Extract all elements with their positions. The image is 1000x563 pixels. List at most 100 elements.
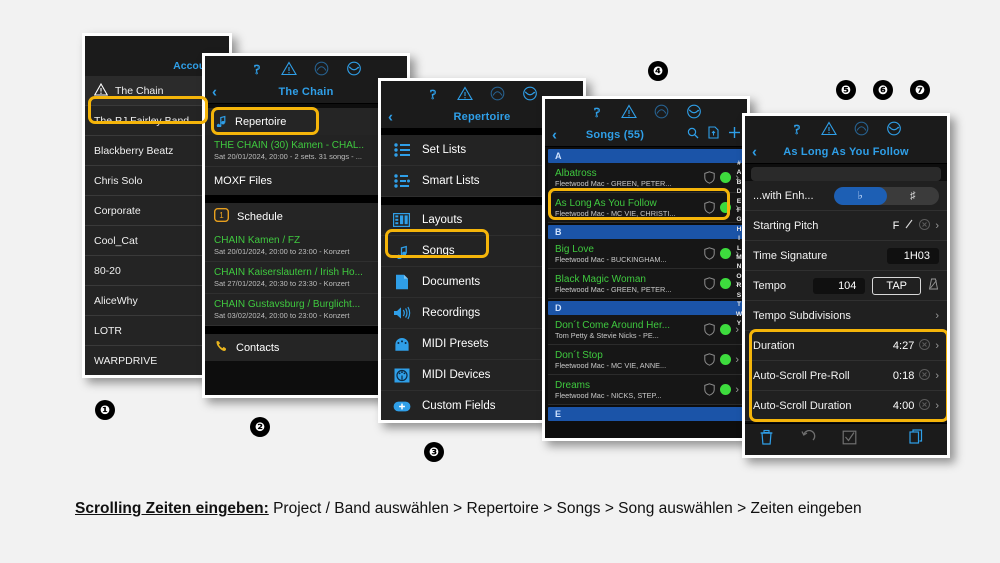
song-title: As Long As You Follow xyxy=(555,197,657,209)
alpha-index-letter[interactable]: H xyxy=(737,225,742,234)
alpha-index-letter[interactable]: A xyxy=(737,168,742,177)
help-icon[interactable]: ? xyxy=(790,121,804,136)
tempo-subdivisions-row[interactable]: Tempo Subdivisions › xyxy=(745,301,947,331)
chevron-right-icon[interactable]: › xyxy=(935,400,939,412)
schedule-item[interactable]: CHAIN Kamen / FZ Sat 20/01/2024, 20:00 to… xyxy=(205,230,407,262)
chevron-right-icon[interactable]: › xyxy=(735,354,739,366)
field-duration[interactable]: Duration 4:27 › xyxy=(745,331,947,361)
enharmonic-segmented-control[interactable]: ♭ ♯ xyxy=(834,186,940,205)
moxf-files-row[interactable]: MOXF Files xyxy=(205,167,407,195)
alpha-index-letter[interactable]: R xyxy=(737,281,742,290)
metronome-icon[interactable] xyxy=(928,278,939,293)
alpha-index-letter[interactable]: # xyxy=(737,159,741,168)
shield-icon[interactable] xyxy=(704,277,716,290)
warning-triangle-icon[interactable] xyxy=(621,104,637,119)
song-row[interactable]: As Long As You Follow Fleetwood Mac - MC … xyxy=(548,193,744,223)
back-button[interactable]: ‹ xyxy=(212,85,217,100)
sync-icon[interactable] xyxy=(346,61,362,76)
back-button[interactable]: ‹ xyxy=(552,128,557,143)
alpha-index-letter[interactable]: B xyxy=(737,178,742,187)
metronome-icon[interactable] xyxy=(854,121,869,136)
alpha-index-letter[interactable]: E xyxy=(737,197,741,206)
alpha-index-letter[interactable]: T xyxy=(737,300,741,309)
schedule-row[interactable]: 1 Schedule xyxy=(205,203,407,230)
repertoire-row[interactable]: Repertoire xyxy=(205,108,407,135)
warning-triangle-icon[interactable] xyxy=(821,121,837,136)
time-signature-value[interactable]: 1H03 xyxy=(887,247,939,264)
shield-icon[interactable] xyxy=(704,383,716,396)
alpha-index-letter[interactable]: D xyxy=(737,187,742,196)
back-button[interactable]: ‹ xyxy=(752,145,757,160)
copy-icon[interactable] xyxy=(909,429,924,450)
trash-icon[interactable] xyxy=(759,429,774,450)
shield-icon[interactable] xyxy=(704,353,716,366)
midi-device-icon xyxy=(392,368,411,383)
alpha-index-letter[interactable]: N xyxy=(737,262,742,271)
search-icon[interactable] xyxy=(687,126,699,144)
sync-icon[interactable] xyxy=(886,121,902,136)
add-icon[interactable] xyxy=(728,126,741,144)
song-row[interactable]: Don´t Stop Fleetwood Mac - MC VIE, ANNE..… xyxy=(548,345,744,375)
song-row[interactable]: Big Love Fleetwood Mac - BUCKINGHAM... › xyxy=(548,239,744,269)
chevron-right-icon[interactable]: › xyxy=(935,370,939,382)
shield-icon[interactable] xyxy=(704,323,716,336)
song-row[interactable]: Dreams Fleetwood Mac - NICKS, STEP... › xyxy=(548,375,744,405)
schedule-item[interactable]: CHAIN Kaiserslautern / Irish Ho... Sat 27… xyxy=(205,262,407,294)
chevron-right-icon[interactable]: › xyxy=(935,310,939,322)
tempo-row[interactable]: Tempo 104 TAP xyxy=(745,271,947,301)
warning-triangle-icon[interactable] xyxy=(457,86,473,101)
shield-icon[interactable] xyxy=(704,247,716,260)
field-auto-scroll-duration[interactable]: Auto-Scroll Duration 4:00 › xyxy=(745,391,947,421)
metronome-icon[interactable] xyxy=(654,104,669,119)
clear-icon[interactable] xyxy=(919,398,931,413)
alpha-index-letter[interactable]: O xyxy=(736,272,741,281)
song-row[interactable]: Black Magic Woman Fleetwood Mac - GREEN, … xyxy=(548,269,744,299)
metronome-icon[interactable] xyxy=(314,61,329,76)
warning-triangle-icon[interactable] xyxy=(281,61,297,76)
enharmonic-row[interactable]: ...with Enh... ♭ ♯ xyxy=(745,181,947,211)
import-file-icon[interactable] xyxy=(708,126,719,144)
clear-icon[interactable] xyxy=(919,218,931,233)
alpha-index-letter[interactable]: F xyxy=(737,206,741,215)
time-signature-label: Time Signature xyxy=(753,249,828,262)
contacts-row[interactable]: Contacts xyxy=(205,334,407,361)
chevron-right-icon[interactable]: › xyxy=(935,220,939,232)
undo-icon[interactable] xyxy=(800,429,816,450)
clear-icon[interactable] xyxy=(919,368,931,383)
field-auto-scroll-pre-roll[interactable]: Auto-Scroll Pre-Roll 0:18 › xyxy=(745,361,947,391)
alpha-index-letter[interactable]: L xyxy=(737,244,741,253)
menu-item-label: MIDI Devices xyxy=(422,369,491,381)
alpha-index-letter[interactable]: G xyxy=(736,215,741,224)
alpha-index-letter[interactable]: I xyxy=(738,234,740,243)
clear-icon[interactable] xyxy=(919,338,931,353)
alpha-index-letter[interactable]: W xyxy=(736,310,742,319)
tap-button[interactable]: TAP xyxy=(872,276,921,295)
help-icon[interactable]: ? xyxy=(590,104,604,119)
tempo-value[interactable]: 104 xyxy=(813,277,866,294)
chevron-right-icon[interactable]: › xyxy=(935,340,939,352)
checkbox-icon[interactable] xyxy=(842,430,857,450)
help-icon[interactable]: ? xyxy=(426,86,440,101)
setlist-item[interactable]: THE CHAIN (30) Kamen - CHAL.. Sat 20/01/… xyxy=(205,135,407,167)
starting-pitch-row[interactable]: Starting Pitch F › xyxy=(745,211,947,241)
metronome-icon[interactable] xyxy=(490,86,505,101)
sync-icon[interactable] xyxy=(686,104,702,119)
song-row[interactable]: Albatross Fleetwood Mac - GREEN, PETER...… xyxy=(548,163,744,193)
alpha-index-letter[interactable]: S xyxy=(737,291,741,300)
alpha-index-letter[interactable]: M xyxy=(736,253,742,262)
back-button[interactable]: ‹ xyxy=(388,110,393,125)
alphabet-index[interactable]: # A B D E F G H I L M N O R S T W Y xyxy=(733,159,745,328)
alpha-index-letter[interactable]: Y xyxy=(737,319,741,328)
flat-option[interactable]: ♭ xyxy=(834,186,887,205)
help-icon[interactable]: ? xyxy=(250,61,264,76)
time-signature-row[interactable]: Time Signature 1H03 xyxy=(745,241,947,271)
song-artist: Tom Petty & Stevie Nicks - PE... xyxy=(555,330,659,340)
schedule-badge-icon: 1 xyxy=(213,207,230,225)
chevron-right-icon[interactable]: › xyxy=(735,384,739,396)
sharp-option[interactable]: ♯ xyxy=(887,187,940,205)
song-row[interactable]: Don´t Come Around Her... Tom Petty & Stev… xyxy=(548,315,744,345)
sync-icon[interactable] xyxy=(522,86,538,101)
schedule-item[interactable]: CHAIN Gustavsburg / Burglicht... Sat 03/0… xyxy=(205,294,407,326)
shield-icon[interactable] xyxy=(704,201,716,214)
shield-icon[interactable] xyxy=(704,171,716,184)
